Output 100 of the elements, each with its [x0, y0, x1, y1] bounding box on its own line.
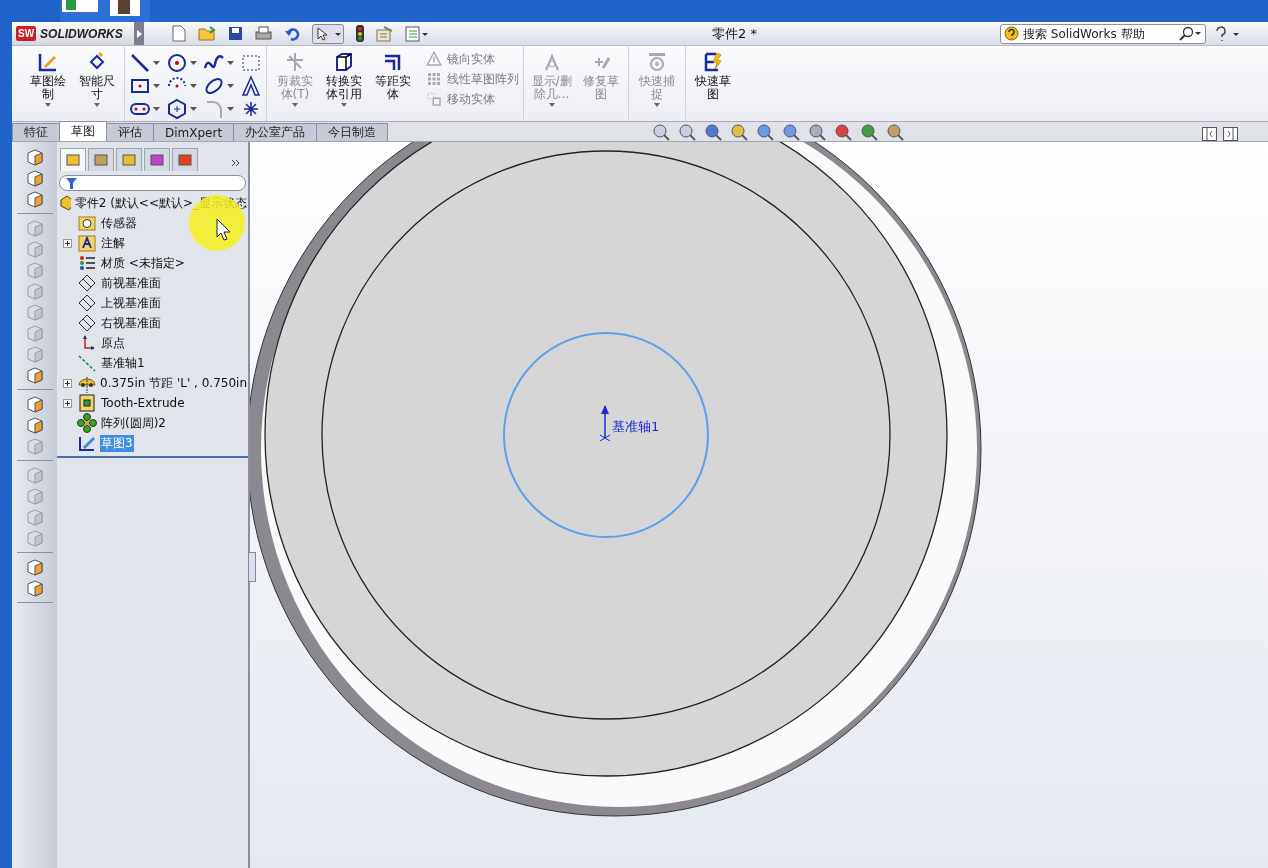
- extrude-feature-icon: [77, 393, 97, 413]
- tool-icon[interactable]: [25, 366, 44, 384]
- split-view-icon[interactable]: [1223, 127, 1238, 141]
- printer-icon[interactable]: [255, 26, 272, 41]
- help-icon[interactable]: [1214, 25, 1240, 42]
- axis-feature-icon: [77, 353, 97, 373]
- panel-tab[interactable]: [144, 148, 170, 171]
- caret-icon[interactable]: [227, 84, 235, 88]
- search-field[interactable]: 搜索 SolidWorks 帮助: [1000, 23, 1206, 44]
- annotation-feature-icon: [77, 233, 97, 253]
- sensor-feature-icon: [77, 213, 97, 233]
- ribbon-tab[interactable]: DimXpert: [153, 123, 235, 141]
- view-tool-icon[interactable]: [730, 123, 749, 141]
- caret-icon[interactable]: [44, 103, 51, 108]
- caret-icon[interactable]: [153, 107, 161, 111]
- caret-icon[interactable]: [227, 61, 235, 65]
- caret-icon[interactable]: [190, 107, 198, 111]
- open-folder-icon[interactable]: [198, 26, 216, 41]
- tool-icon[interactable]: [25, 190, 44, 208]
- split-view-icon[interactable]: [1202, 127, 1217, 141]
- panel-tab[interactable]: [60, 148, 86, 171]
- options-icon[interactable]: [376, 25, 393, 42]
- ribbon-button[interactable]: 草图绘制: [24, 50, 72, 108]
- help-icon: [1004, 26, 1019, 41]
- view-tool-icon[interactable]: [860, 123, 879, 141]
- pattern-feature-icon: [77, 413, 97, 433]
- plane-feature-icon: [77, 273, 97, 293]
- tree-item[interactable]: 上视基准面: [100, 294, 162, 312]
- tree-item[interactable]: 前视基准面: [100, 274, 162, 292]
- dotted-rectangle-icon[interactable]: [240, 52, 263, 74]
- tree-item[interactable]: 阵列(圆周)2: [100, 414, 167, 432]
- axis-label: 基准轴1: [612, 418, 660, 436]
- caret-icon[interactable]: [190, 84, 198, 88]
- plane-feature-icon: [77, 313, 97, 333]
- view-tool-icon[interactable]: [808, 123, 827, 141]
- tree-item[interactable]: 注解: [100, 234, 126, 252]
- expand-menu-button[interactable]: [134, 22, 144, 45]
- panel-tab[interactable]: [88, 148, 114, 171]
- caret-icon[interactable]: [153, 61, 161, 65]
- ellipse-icon[interactable]: [203, 75, 226, 97]
- expand-icon[interactable]: [63, 398, 72, 408]
- tree-item[interactable]: 传感器: [100, 214, 138, 232]
- view-tool-icon[interactable]: [886, 123, 905, 141]
- ribbon-tab[interactable]: 评估: [106, 123, 154, 141]
- view-tool-icon[interactable]: [652, 123, 671, 141]
- view-tool-icon[interactable]: [756, 123, 775, 141]
- tree-item[interactable]: 0.375in 节距 'L' , 0.750in: [99, 374, 248, 392]
- ribbon-button[interactable]: 等距实体: [369, 50, 417, 101]
- caret-icon[interactable]: [341, 103, 348, 108]
- tool-icon[interactable]: [25, 148, 44, 166]
- move-icon: [424, 90, 443, 108]
- caret-icon[interactable]: [93, 103, 100, 108]
- expand-icon[interactable]: [63, 238, 72, 248]
- logo-badge: SW: [16, 26, 37, 41]
- text-icon[interactable]: [240, 75, 263, 97]
- checklist-icon[interactable]: [405, 25, 429, 42]
- view-tool-icon[interactable]: [834, 123, 853, 141]
- new-document-icon[interactable]: [172, 25, 186, 42]
- ribbon-button[interactable]: 转换实体引用: [320, 50, 368, 108]
- ribbon-tab[interactable]: 特征: [12, 123, 60, 141]
- tool-icon[interactable]: [25, 579, 44, 597]
- undo-icon[interactable]: [284, 26, 300, 41]
- caret-icon[interactable]: [153, 84, 161, 88]
- tool-icon[interactable]: [25, 395, 44, 413]
- caret-icon[interactable]: [190, 61, 198, 65]
- tree-item[interactable]: Tooth-Extrude: [100, 396, 186, 410]
- panel-tab[interactable]: [172, 148, 198, 171]
- search-icon[interactable]: [1178, 26, 1202, 41]
- ribbon-button[interactable]: 快速草图: [689, 50, 737, 101]
- appearance-icon: [177, 152, 193, 168]
- view-tool-icon[interactable]: [678, 123, 697, 141]
- tool-icon[interactable]: [25, 169, 44, 187]
- tool-icon[interactable]: [25, 558, 44, 576]
- tool-icon[interactable]: [25, 416, 44, 434]
- ribbon-tab[interactable]: 办公室产品: [233, 123, 318, 141]
- window-title: 零件2 *: [711, 24, 758, 43]
- more-tabs-icon[interactable]: [231, 159, 241, 167]
- caret-icon[interactable]: [227, 107, 235, 111]
- arrow-icon: [136, 29, 142, 38]
- ribbon-tab[interactable]: 草图: [59, 121, 107, 141]
- ribbon-button[interactable]: 智能尺寸: [73, 50, 121, 108]
- tree-item[interactable]: 原点: [100, 334, 126, 352]
- view-tool-icon[interactable]: [704, 123, 723, 141]
- traffic-light-icon[interactable]: [356, 25, 364, 42]
- plane-feature-icon: [77, 293, 97, 313]
- ribbon-tab[interactable]: 今日制造: [316, 123, 389, 141]
- circle-icon[interactable]: [166, 52, 189, 74]
- filter-field[interactable]: [59, 175, 246, 191]
- panel-collapse-handle[interactable]: [248, 552, 256, 582]
- save-icon[interactable]: [228, 26, 243, 41]
- configuration-icon: [121, 152, 137, 168]
- tree-item[interactable]: 基准轴1: [100, 354, 146, 372]
- tree-item[interactable]: 右视基准面: [100, 314, 162, 332]
- view-tool-icon[interactable]: [782, 123, 801, 141]
- polygon-icon[interactable]: [166, 98, 189, 120]
- target-icon: [149, 152, 165, 168]
- tree-item[interactable]: 材质 <未指定>: [100, 254, 186, 272]
- expand-icon[interactable]: [63, 378, 72, 388]
- axis-marker-icon: [599, 405, 611, 442]
- warning-triangle-icon: [424, 50, 443, 68]
